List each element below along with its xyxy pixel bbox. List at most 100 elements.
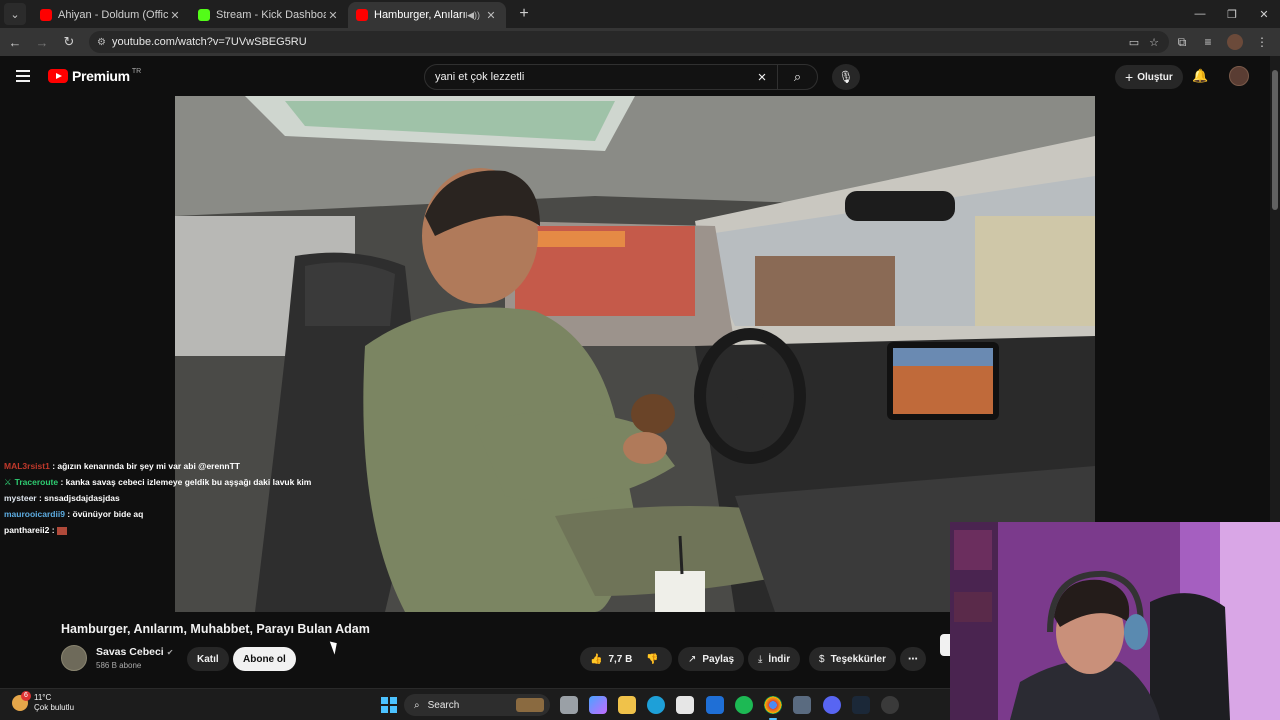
search-icon: ⌕ bbox=[414, 699, 420, 711]
search-input[interactable]: yani et çok lezzetli bbox=[435, 71, 747, 83]
chat-username: mysteer bbox=[4, 493, 37, 503]
copilot-icon[interactable] bbox=[589, 696, 607, 714]
join-label: Katıl bbox=[197, 653, 219, 665]
thumbs-down-icon[interactable]: 👎 bbox=[646, 654, 658, 665]
extensions-icon[interactable]: ⧉ bbox=[1169, 35, 1195, 50]
tab-title: Hamburger, Anılarım, Muha bbox=[374, 9, 467, 21]
thanks-button[interactable]: $ Teşekkürler bbox=[809, 647, 896, 671]
search-highlight-icon bbox=[516, 698, 544, 712]
webcam-feed bbox=[950, 522, 1280, 720]
speaker-icon[interactable]: ◀)) bbox=[467, 10, 480, 21]
close-tab-icon[interactable]: ✕ bbox=[484, 9, 498, 22]
new-tab-button[interactable]: + bbox=[512, 5, 536, 23]
super-thanks-icon: $ bbox=[819, 653, 825, 665]
create-button[interactable]: + Oluştur bbox=[1115, 65, 1183, 89]
plus-icon: + bbox=[1125, 69, 1134, 85]
browser-tabstrip: ⌄ Ahiyan - Doldum (Official Video ✕ Stre… bbox=[0, 0, 1280, 28]
chat-message: mysteer : snsadjsdajdasjdas bbox=[4, 493, 120, 503]
weather-widget[interactable]: 11°C Çok bulutlu bbox=[12, 691, 75, 713]
download-label: İndir bbox=[768, 653, 791, 665]
share-icon: ↗ bbox=[688, 653, 697, 665]
close-window-icon[interactable]: ✕ bbox=[1248, 8, 1280, 21]
address-bar[interactable]: ⚙ youtube.com/watch?v=7UVwSBEG5RU ▭ ☆ bbox=[89, 31, 1169, 53]
notifications-bell-icon[interactable]: 🔔 bbox=[1192, 68, 1208, 84]
weather-sun-icon bbox=[12, 691, 31, 711]
maximize-icon[interactable]: ❐ bbox=[1216, 8, 1248, 21]
channel-avatar[interactable] bbox=[61, 645, 87, 671]
back-icon[interactable]: ← bbox=[3, 35, 27, 50]
youtube-premium-logo[interactable]: Premium TR bbox=[48, 68, 141, 84]
browser-tab-3[interactable]: Hamburger, Anılarım, Muha ◀)) ✕ bbox=[348, 2, 506, 28]
media-control-icon[interactable]: ≡ bbox=[1195, 35, 1221, 49]
network-app-icon[interactable] bbox=[793, 696, 811, 714]
tab-title: Ahiyan - Doldum (Official Video bbox=[58, 9, 168, 21]
chat-username: maurooicardii9 bbox=[4, 509, 65, 519]
chat-message: panthareii2 : bbox=[4, 522, 404, 538]
thanks-label: Teşekkürler bbox=[830, 653, 886, 665]
search-box[interactable]: yani et çok lezzetli × ⌕ bbox=[424, 64, 818, 90]
menu-kebab-icon[interactable]: ⋮ bbox=[1249, 35, 1275, 49]
cast-icon[interactable]: ▭ bbox=[1129, 36, 1139, 49]
more-icon: ⋯ bbox=[908, 653, 918, 665]
subscribe-label: Abone ol bbox=[243, 653, 286, 665]
like-count[interactable]: 7,7 B bbox=[608, 654, 632, 665]
windows-start-icon[interactable] bbox=[381, 697, 397, 713]
reload-icon[interactable]: ↻ bbox=[57, 34, 81, 50]
tab-title: Stream - Kick Dashboard bbox=[216, 9, 326, 21]
browser-tab-1[interactable]: Ahiyan - Doldum (Official Video ✕ bbox=[32, 2, 190, 28]
account-avatar[interactable] bbox=[1229, 66, 1249, 86]
temperature: 11°C bbox=[34, 693, 52, 702]
thumbs-up-icon[interactable]: 👍 bbox=[590, 654, 602, 665]
create-label: Oluştur bbox=[1137, 71, 1173, 83]
spotify-icon[interactable] bbox=[735, 696, 753, 714]
share-button[interactable]: ↗ Paylaş bbox=[678, 647, 745, 671]
steam-icon[interactable] bbox=[852, 696, 870, 714]
chat-username: Traceroute bbox=[14, 477, 59, 487]
join-button[interactable]: Katıl bbox=[187, 647, 229, 671]
chat-username: MAL3rsist1 bbox=[4, 461, 50, 471]
chat-text: kanka savaş cebeci izlemeye geldik bu aş… bbox=[65, 477, 312, 487]
logo-text: Premium bbox=[72, 68, 130, 84]
search-icon[interactable]: ⌕ bbox=[777, 65, 817, 89]
obs-icon[interactable] bbox=[881, 696, 899, 714]
country-code: TR bbox=[131, 67, 142, 75]
microphone-icon[interactable]: 🎙 bbox=[832, 64, 860, 90]
more-actions-button[interactable]: ⋯ bbox=[900, 647, 926, 671]
bookmark-star-icon[interactable]: ☆ bbox=[1149, 36, 1159, 49]
subscribe-button[interactable]: Abone ol bbox=[233, 647, 296, 671]
weather-condition: Çok bulutlu bbox=[34, 703, 75, 712]
task-view-icon[interactable] bbox=[560, 696, 578, 714]
outlook-icon[interactable] bbox=[706, 696, 724, 714]
store-icon[interactable] bbox=[676, 696, 694, 714]
profile-avatar[interactable] bbox=[1227, 34, 1243, 50]
chat-message: MAL3rsist1 : ağızın kenarında bir şey mi… bbox=[4, 461, 240, 471]
browser-tab-2[interactable]: Stream - Kick Dashboard ✕ bbox=[190, 2, 348, 28]
tab-search-icon[interactable]: ⌄ bbox=[4, 3, 26, 25]
channel-name[interactable]: Savas Cebeci ✔ bbox=[96, 646, 173, 658]
taskbar-search[interactable]: ⌕ Search bbox=[404, 694, 550, 716]
scrollbar-thumb[interactable] bbox=[1272, 70, 1278, 210]
download-button[interactable]: ⤓ İndir bbox=[748, 647, 801, 671]
discord-icon[interactable] bbox=[823, 696, 841, 714]
chat-message: ⚔ Traceroute : kanka savaş cebeci izlemey… bbox=[4, 474, 404, 490]
search-label: Search bbox=[427, 699, 460, 711]
browser-toolbar: ← → ↻ ⚙ youtube.com/watch?v=7UVwSBEG5RU … bbox=[0, 28, 1280, 56]
close-tab-icon[interactable]: ✕ bbox=[168, 9, 182, 22]
chat-text: ağızın kenarında bir şey mi var abi @ere… bbox=[57, 461, 240, 471]
chat-message: maurooicardii9 : övünüyor bide aq bbox=[4, 509, 144, 519]
edge-icon[interactable] bbox=[647, 696, 665, 714]
chat-text: övünüyor bide aq bbox=[72, 509, 144, 519]
video-title: Hamburger, Anılarım, Muhabbet, Parayı Bu… bbox=[61, 622, 370, 636]
chrome-icon[interactable] bbox=[764, 696, 782, 720]
forward-icon[interactable]: → bbox=[30, 35, 54, 50]
sword-icon: ⚔ bbox=[4, 477, 12, 487]
site-info-icon[interactable]: ⚙ bbox=[97, 37, 106, 48]
channel-name-text: Savas Cebeci bbox=[96, 646, 164, 658]
close-tab-icon[interactable]: ✕ bbox=[326, 9, 340, 22]
clear-search-icon[interactable]: × bbox=[747, 69, 777, 86]
subscriber-count: 586 B abone bbox=[96, 661, 142, 670]
file-explorer-icon[interactable] bbox=[618, 696, 636, 714]
minimize-icon[interactable]: — bbox=[1184, 8, 1216, 20]
live-chat-overlay: MAL3rsist1 : ağızın kenarında bir şey mi… bbox=[4, 458, 404, 538]
hamburger-menu-icon[interactable] bbox=[16, 70, 30, 82]
